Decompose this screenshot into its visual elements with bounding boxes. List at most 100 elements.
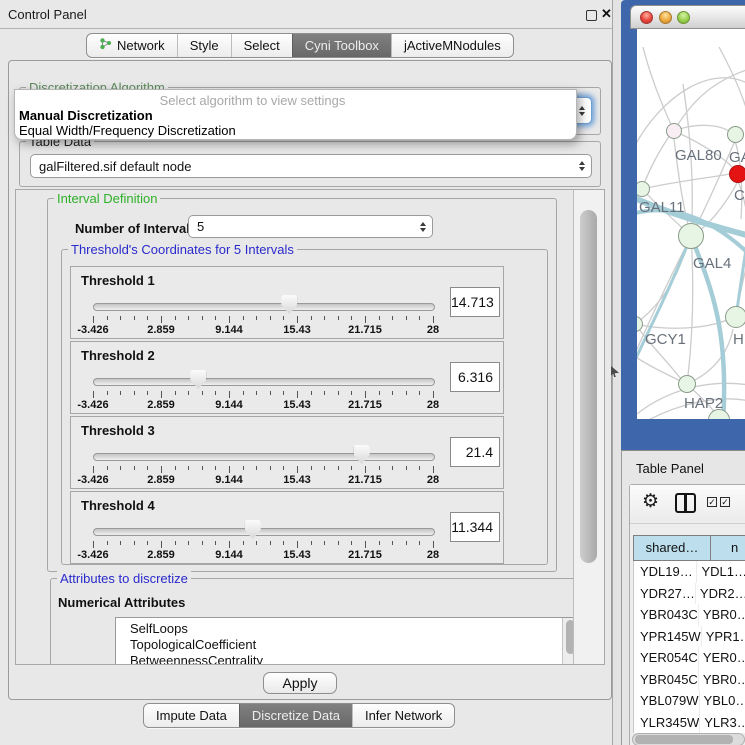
scale-label: 28 (427, 324, 439, 336)
table-row[interactable]: YER054CYER0… (634, 647, 745, 669)
tab-style[interactable]: Style (177, 34, 231, 57)
number-of-intervals-combo[interactable]: 5 (188, 215, 433, 238)
node-label: GAL80 (675, 147, 722, 164)
table-data-group: Table Data galFiltered.sif default node (19, 141, 601, 187)
attribute-item[interactable]: TopologicalCoefficient (116, 637, 578, 653)
interval-definition-title: Interval Definition (54, 191, 160, 206)
tab-label: Discretize Data (252, 705, 340, 727)
table-row[interactable]: YDR27…YDR2… (634, 583, 745, 605)
tab-cyni-toolbox[interactable]: Cyni Toolbox (292, 34, 391, 57)
number-of-intervals-value: 5 (197, 219, 204, 234)
node-label: GAL11 (639, 199, 685, 216)
apply-button[interactable]: Apply (263, 672, 337, 694)
scale-label: 2.859 (147, 549, 175, 561)
scale-label: 2.859 (147, 324, 175, 336)
node-table: shared… n YDL19…YDL1…YDR27…YDR2…YBR043CY… (633, 535, 745, 733)
column-header-name[interactable]: n (711, 536, 745, 560)
network-node[interactable] (725, 306, 745, 328)
algorithm-item[interactable]: Manual Discretization (15, 108, 576, 123)
network-node[interactable] (678, 375, 696, 393)
table-panel-window: Table Panel ⚙ ✓ ✓ shared… n YDL19…YDL1…Y… (621, 450, 745, 745)
tab-label: Style (190, 35, 219, 57)
attribute-item[interactable]: SelfLoops (116, 621, 578, 637)
tab-label: Select (244, 35, 280, 57)
table-row[interactable]: YDL19…YDL1… (634, 561, 745, 583)
threshold-value-field[interactable]: 11.344 (450, 512, 500, 542)
close-icon[interactable]: ✕ (601, 6, 612, 22)
table-row[interactable]: YBR043CYBR0… (634, 604, 745, 626)
threshold-label: Threshold 1 (81, 273, 155, 288)
checkbox-icon[interactable]: ✓ (707, 497, 717, 507)
network-window-titlebar[interactable] (630, 5, 745, 29)
combo-stepper-icon (579, 105, 585, 117)
slider-track[interactable] (93, 453, 435, 461)
minimize-traffic-light-icon[interactable] (659, 11, 672, 24)
network-node[interactable] (678, 223, 704, 249)
combo-stepper-icon (579, 160, 585, 172)
tab-select[interactable]: Select (231, 34, 292, 57)
node-label: C (734, 187, 745, 204)
slider-thumb[interactable] (354, 445, 370, 464)
threshold-panel: Threshold 3 21.4 -3.4262.8599.14415.4321… (70, 416, 504, 489)
table-row[interactable]: YPR145WYPR1… (634, 626, 745, 648)
slider-track[interactable] (93, 528, 435, 536)
network-icon (99, 35, 112, 57)
slider-thumb[interactable] (190, 370, 206, 389)
network-node[interactable] (729, 165, 745, 183)
scrollbar-thumb[interactable] (580, 210, 597, 563)
table-row[interactable]: YBR045CYBR0… (634, 669, 745, 691)
attribute-item[interactable]: BetweennessCentrality (116, 653, 578, 665)
table-row[interactable]: YLR345WYLR3… (634, 712, 745, 734)
scale-label: 15.43 (283, 474, 311, 486)
columns-icon[interactable] (675, 493, 696, 513)
tab-infer-network[interactable]: Infer Network (352, 704, 454, 727)
algorithm-item[interactable]: Equal Width/Frequency Discretization (15, 123, 576, 138)
slider-thumb[interactable] (245, 520, 261, 539)
column-header-shared-name[interactable]: shared… (634, 536, 711, 560)
checkbox-icon[interactable]: ✓ (720, 497, 730, 507)
threshold-panel: Threshold 2 6.316 -3.4262.8599.14415.432… (70, 341, 504, 414)
table-hscrollbar[interactable] (632, 733, 745, 745)
slider-track[interactable] (93, 303, 435, 311)
float-window-icon[interactable] (586, 10, 597, 21)
scale-label: 9.144 (215, 549, 243, 561)
table-row[interactable]: YBL079WYBL0… (634, 690, 745, 712)
scrollbar-thumb[interactable] (635, 735, 733, 744)
algorithm-prompt-item[interactable]: Select algorithm to view settings (15, 93, 576, 108)
threshold-panel: Threshold 4 11.344 -3.4262.8599.14415.43… (70, 491, 504, 564)
scale-label: 28 (427, 549, 439, 561)
threshold-value-field[interactable]: 6.316 (450, 362, 500, 392)
tab-discretize-data[interactable]: Discretize Data (239, 704, 352, 727)
table-data-combo[interactable]: galFiltered.sif default node (30, 154, 592, 178)
interval-definition-group: Interval Definition Number of Intervals … (47, 198, 557, 572)
network-node[interactable] (666, 123, 682, 139)
network-node[interactable] (727, 126, 744, 143)
tab-impute-data[interactable]: Impute Data (144, 704, 239, 727)
table-toolbar: ⚙ ✓ ✓ (630, 485, 745, 524)
threshold-value-field[interactable]: 21.4 (450, 437, 500, 467)
threshold-label: Threshold 2 (81, 348, 155, 363)
tab-network[interactable]: Network (87, 34, 177, 57)
slider-track[interactable] (93, 378, 435, 386)
threshold-value-field[interactable]: 14.713 (450, 287, 500, 317)
algorithm-popup-items: Manual DiscretizationEqual Width/Frequen… (15, 108, 576, 138)
node-label: GA (729, 149, 745, 166)
network-canvas[interactable]: GAL80GACGAL11GAL4GCY1HHAP2 (637, 29, 745, 419)
network-view-window: GAL80GACGAL11GAL4GCY1HHAP2 (621, 0, 745, 450)
scale-label: 21.715 (348, 324, 382, 336)
settings-scrollpane: Interval Definition Number of Intervals … (15, 189, 605, 665)
close-traffic-light-icon[interactable] (640, 11, 653, 24)
slider-thumb[interactable] (281, 295, 297, 314)
threshold-panel: Threshold 1 14.713 -3.4262.8599.14415.43… (70, 266, 504, 339)
scale-label: 21.715 (348, 549, 382, 561)
gear-icon[interactable]: ⚙ (642, 490, 659, 513)
settings-scrollbar[interactable] (573, 190, 604, 664)
scale-label: -3.426 (77, 474, 108, 486)
scale-label: 28 (427, 399, 439, 411)
window-title: Control Panel (8, 7, 87, 22)
tab-jactivemnodules[interactable]: jActiveMNodules (391, 34, 513, 57)
bottom-tabbar: Impute Data Discretize Data Infer Network (143, 703, 455, 728)
zoom-traffic-light-icon[interactable] (677, 11, 690, 24)
scale-label: 15.43 (283, 399, 311, 411)
scale-label: -3.426 (77, 549, 108, 561)
